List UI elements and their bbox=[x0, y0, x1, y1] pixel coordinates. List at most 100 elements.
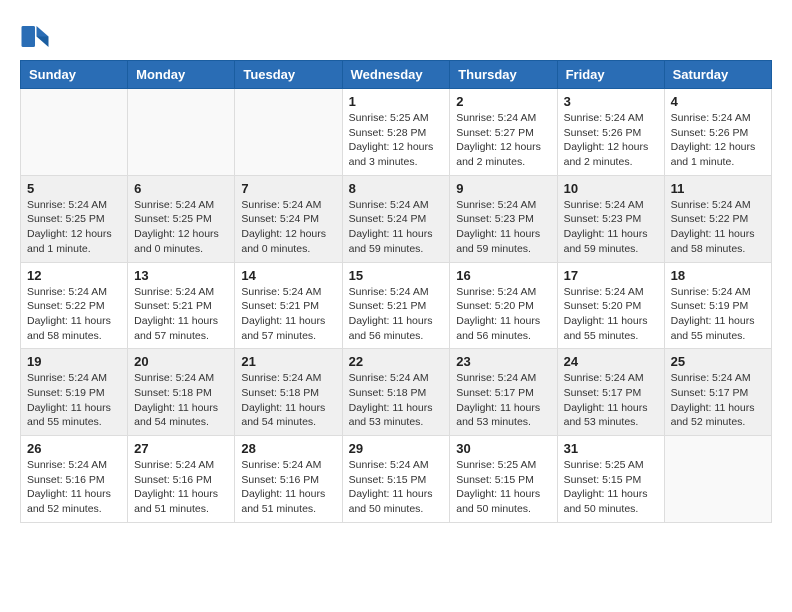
day-info: Sunrise: 5:24 AM Sunset: 5:26 PM Dayligh… bbox=[564, 111, 658, 170]
weekday-header-saturday: Saturday bbox=[664, 61, 771, 89]
calendar-week-1: 1 Sunrise: 5:25 AM Sunset: 5:28 PM Daylig… bbox=[21, 89, 772, 176]
weekday-header-thursday: Thursday bbox=[450, 61, 557, 89]
calendar-cell: 19Sunrise: 5:24 AM Sunset: 5:19 PM Dayli… bbox=[21, 349, 128, 436]
calendar-cell: 24 Sunrise: 5:24 AM Sunset: 5:17 PM Dayli… bbox=[557, 349, 664, 436]
calendar-cell bbox=[235, 89, 342, 176]
calendar-cell: 26 Sunrise: 5:24 AM Sunset: 5:16 PM Dayli… bbox=[21, 436, 128, 523]
day-info: Sunrise: 5:24 AM Sunset: 5:15 PM Dayligh… bbox=[349, 458, 444, 517]
day-number: 12 bbox=[27, 268, 121, 283]
day-info: Sunrise: 5:24 AM Sunset: 5:23 PM Dayligh… bbox=[456, 198, 550, 257]
day-info: Sunrise: 5:25 AM Sunset: 5:28 PM Dayligh… bbox=[349, 111, 444, 170]
calendar-cell: 3 Sunrise: 5:24 AM Sunset: 5:26 PM Daylig… bbox=[557, 89, 664, 176]
day-info: Sunrise: 5:24 AM Sunset: 5:19 PM Dayligh… bbox=[671, 285, 765, 344]
day-number: 7 bbox=[241, 181, 335, 196]
day-info: Sunrise: 5:24 AM Sunset: 5:20 PM Dayligh… bbox=[456, 285, 550, 344]
day-number: 13 bbox=[134, 268, 228, 283]
calendar-cell: 11Sunrise: 5:24 AM Sunset: 5:22 PM Dayli… bbox=[664, 175, 771, 262]
calendar-week-3: 12 Sunrise: 5:24 AM Sunset: 5:22 PM Dayli… bbox=[21, 262, 772, 349]
calendar-week-2: 5 Sunrise: 5:24 AM Sunset: 5:25 PM Daylig… bbox=[21, 175, 772, 262]
day-number: 23 bbox=[456, 354, 550, 369]
day-number: 29 bbox=[349, 441, 444, 456]
calendar-cell: 18 Sunrise: 5:24 AM Sunset: 5:19 PM Dayli… bbox=[664, 262, 771, 349]
weekday-header-monday: Monday bbox=[128, 61, 235, 89]
day-number: 31 bbox=[564, 441, 658, 456]
day-number: 11 bbox=[671, 181, 765, 196]
calendar-cell: 23 Sunrise: 5:24 AM Sunset: 5:17 PM Dayli… bbox=[450, 349, 557, 436]
calendar-cell: 7 Sunrise: 5:24 AM Sunset: 5:24 PM Daylig… bbox=[235, 175, 342, 262]
day-info: Sunrise: 5:24 AM Sunset: 5:21 PM Dayligh… bbox=[134, 285, 228, 344]
day-info: Sunrise: 5:24 AM Sunset: 5:22 PM Dayligh… bbox=[27, 285, 121, 344]
calendar-week-5: 26 Sunrise: 5:24 AM Sunset: 5:16 PM Dayli… bbox=[21, 436, 772, 523]
day-info: Sunrise: 5:24 AM Sunset: 5:19 PM Dayligh… bbox=[27, 371, 121, 430]
day-number: 18 bbox=[671, 268, 765, 283]
day-number: 22 bbox=[349, 354, 444, 369]
day-number: 25 bbox=[671, 354, 765, 369]
day-number: 1 bbox=[349, 94, 444, 109]
day-number: 17 bbox=[564, 268, 658, 283]
page-header bbox=[20, 20, 772, 50]
day-info: Sunrise: 5:24 AM Sunset: 5:18 PM Dayligh… bbox=[349, 371, 444, 430]
day-info: Sunrise: 5:24 AM Sunset: 5:26 PM Dayligh… bbox=[671, 111, 765, 170]
calendar-cell: 8 Sunrise: 5:24 AM Sunset: 5:24 PM Daylig… bbox=[342, 175, 450, 262]
day-info: Sunrise: 5:24 AM Sunset: 5:17 PM Dayligh… bbox=[671, 371, 765, 430]
calendar-cell: 10 Sunrise: 5:24 AM Sunset: 5:23 PM Dayli… bbox=[557, 175, 664, 262]
day-info: Sunrise: 5:24 AM Sunset: 5:24 PM Dayligh… bbox=[241, 198, 335, 257]
day-number: 14 bbox=[241, 268, 335, 283]
day-number: 28 bbox=[241, 441, 335, 456]
day-info: Sunrise: 5:24 AM Sunset: 5:18 PM Dayligh… bbox=[134, 371, 228, 430]
day-info: Sunrise: 5:24 AM Sunset: 5:16 PM Dayligh… bbox=[27, 458, 121, 517]
calendar-cell: 27 Sunrise: 5:24 AM Sunset: 5:16 PM Dayli… bbox=[128, 436, 235, 523]
day-number: 2 bbox=[456, 94, 550, 109]
calendar-cell: 2 Sunrise: 5:24 AM Sunset: 5:27 PM Daylig… bbox=[450, 89, 557, 176]
calendar-cell: 29 Sunrise: 5:24 AM Sunset: 5:15 PM Dayli… bbox=[342, 436, 450, 523]
calendar-cell: 5 Sunrise: 5:24 AM Sunset: 5:25 PM Daylig… bbox=[21, 175, 128, 262]
logo bbox=[20, 20, 54, 50]
calendar-table: SundayMondayTuesdayWednesdayThursdayFrid… bbox=[20, 60, 772, 523]
calendar-cell: 28Sunrise: 5:24 AM Sunset: 5:16 PM Dayli… bbox=[235, 436, 342, 523]
weekday-header-sunday: Sunday bbox=[21, 61, 128, 89]
calendar-cell: 20 Sunrise: 5:24 AM Sunset: 5:18 PM Dayli… bbox=[128, 349, 235, 436]
day-info: Sunrise: 5:24 AM Sunset: 5:25 PM Dayligh… bbox=[134, 198, 228, 257]
day-number: 5 bbox=[27, 181, 121, 196]
calendar-cell: 14 Sunrise: 5:24 AM Sunset: 5:21 PM Dayli… bbox=[235, 262, 342, 349]
calendar-cell: 31 Sunrise: 5:25 AM Sunset: 5:15 PM Dayli… bbox=[557, 436, 664, 523]
day-info: Sunrise: 5:24 AM Sunset: 5:20 PM Dayligh… bbox=[564, 285, 658, 344]
calendar-cell: 6 Sunrise: 5:24 AM Sunset: 5:25 PM Daylig… bbox=[128, 175, 235, 262]
day-number: 15 bbox=[349, 268, 444, 283]
logo-icon bbox=[20, 20, 50, 50]
day-number: 9 bbox=[456, 181, 550, 196]
weekday-header-wednesday: Wednesday bbox=[342, 61, 450, 89]
calendar-cell: 30Sunrise: 5:25 AM Sunset: 5:15 PM Dayli… bbox=[450, 436, 557, 523]
day-number: 21 bbox=[241, 354, 335, 369]
day-info: Sunrise: 5:24 AM Sunset: 5:24 PM Dayligh… bbox=[349, 198, 444, 257]
day-info: Sunrise: 5:24 AM Sunset: 5:25 PM Dayligh… bbox=[27, 198, 121, 257]
day-number: 8 bbox=[349, 181, 444, 196]
calendar-cell: 17 Sunrise: 5:24 AM Sunset: 5:20 PM Dayli… bbox=[557, 262, 664, 349]
day-number: 24 bbox=[564, 354, 658, 369]
calendar-header-row: SundayMondayTuesdayWednesdayThursdayFrid… bbox=[21, 61, 772, 89]
day-number: 27 bbox=[134, 441, 228, 456]
calendar-cell: 22 Sunrise: 5:24 AM Sunset: 5:18 PM Dayli… bbox=[342, 349, 450, 436]
day-info: Sunrise: 5:24 AM Sunset: 5:21 PM Dayligh… bbox=[241, 285, 335, 344]
day-number: 3 bbox=[564, 94, 658, 109]
weekday-header-friday: Friday bbox=[557, 61, 664, 89]
day-number: 30 bbox=[456, 441, 550, 456]
day-number: 4 bbox=[671, 94, 765, 109]
day-info: Sunrise: 5:25 AM Sunset: 5:15 PM Dayligh… bbox=[564, 458, 658, 517]
day-number: 6 bbox=[134, 181, 228, 196]
calendar-cell bbox=[128, 89, 235, 176]
day-number: 10 bbox=[564, 181, 658, 196]
day-info: Sunrise: 5:24 AM Sunset: 5:17 PM Dayligh… bbox=[456, 371, 550, 430]
calendar-cell: 13 Sunrise: 5:24 AM Sunset: 5:21 PM Dayli… bbox=[128, 262, 235, 349]
day-info: Sunrise: 5:24 AM Sunset: 5:23 PM Dayligh… bbox=[564, 198, 658, 257]
day-number: 26 bbox=[27, 441, 121, 456]
calendar-cell: 21Sunrise: 5:24 AM Sunset: 5:18 PM Dayli… bbox=[235, 349, 342, 436]
calendar-cell bbox=[21, 89, 128, 176]
day-info: Sunrise: 5:24 AM Sunset: 5:16 PM Dayligh… bbox=[134, 458, 228, 517]
day-info: Sunrise: 5:24 AM Sunset: 5:21 PM Dayligh… bbox=[349, 285, 444, 344]
day-number: 20 bbox=[134, 354, 228, 369]
day-info: Sunrise: 5:24 AM Sunset: 5:17 PM Dayligh… bbox=[564, 371, 658, 430]
calendar-cell bbox=[664, 436, 771, 523]
calendar-cell: 1 Sunrise: 5:25 AM Sunset: 5:28 PM Daylig… bbox=[342, 89, 450, 176]
day-info: Sunrise: 5:24 AM Sunset: 5:27 PM Dayligh… bbox=[456, 111, 550, 170]
